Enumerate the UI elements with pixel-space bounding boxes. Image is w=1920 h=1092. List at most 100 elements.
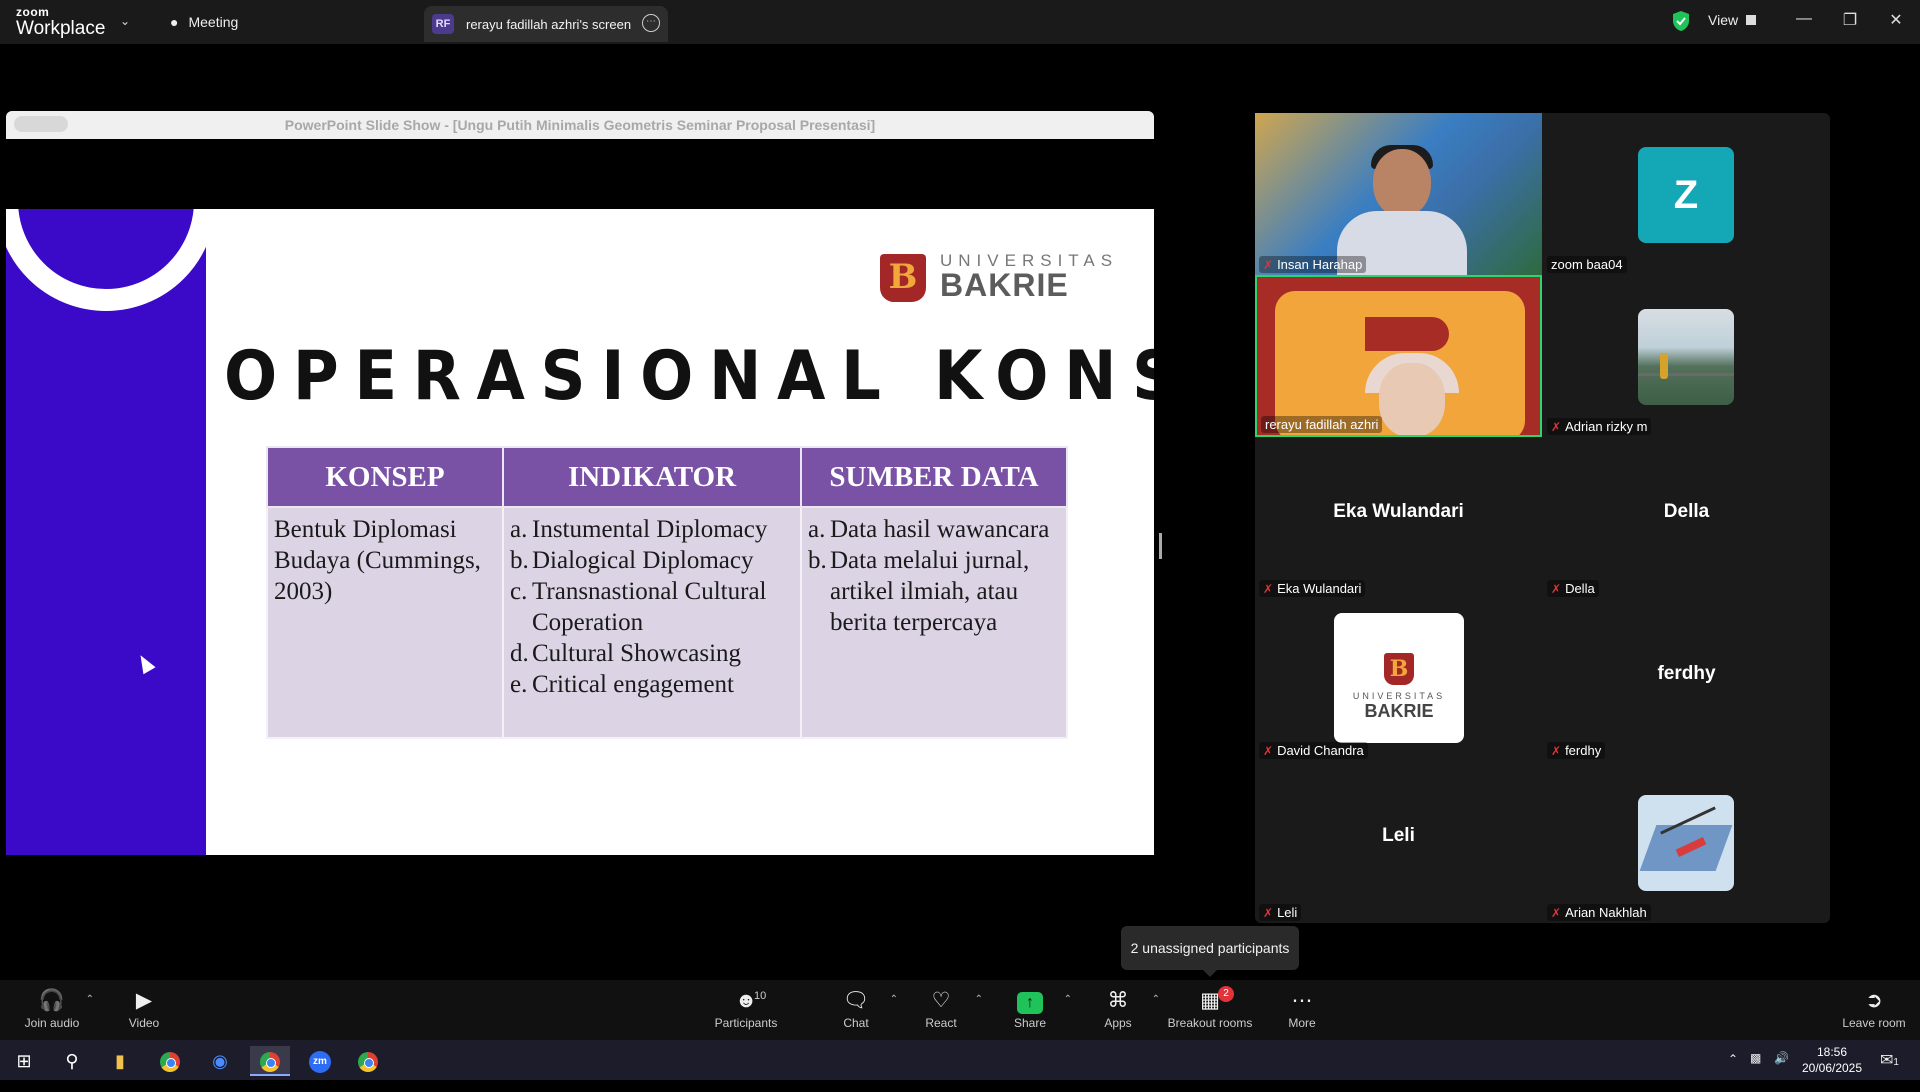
- participant-name: Adrian rizky m: [1565, 419, 1648, 434]
- clock-date: 20/06/2025: [1801, 1061, 1863, 1075]
- more-button[interactable]: ⋯ More: [1264, 988, 1340, 1030]
- join-audio-label: Join audio: [24, 1016, 80, 1030]
- list-item: b. Dialogical Diplomacy: [510, 545, 794, 576]
- list-marker: b.: [510, 547, 529, 574]
- list-text: Data hasil wawancara: [830, 516, 1050, 543]
- chevron-down-icon[interactable]: ⌄: [120, 14, 130, 28]
- list-marker: a.: [808, 516, 826, 543]
- network-icon[interactable]: ▩: [1750, 1051, 1761, 1091]
- participant-tile[interactable]: B UNIVERSITAS BAKRIE ✗ David Chandra: [1255, 599, 1542, 761]
- participants-label: Participants: [714, 1016, 778, 1030]
- mic-muted-icon: ✗: [1263, 743, 1274, 758]
- participant-video: [1257, 277, 1540, 435]
- file-explorer-icon[interactable]: ▮: [100, 1046, 140, 1076]
- share-label: Share: [1013, 1016, 1047, 1030]
- view-button[interactable]: View: [1708, 12, 1757, 28]
- list-marker: a.: [510, 516, 528, 543]
- windows-taskbar: ⊞ ⚲ ▮ ◉ zm ⌃ ▩ 🔊 18:56 20/06/2025 ✉1: [0, 1040, 1920, 1080]
- chevron-up-icon[interactable]: ⌃: [1064, 994, 1072, 1005]
- tab-meeting[interactable]: ● Meeting: [170, 8, 238, 36]
- breakout-rooms-button[interactable]: ▦ 2 Breakout rooms: [1162, 986, 1258, 1030]
- close-icon[interactable]: ✕: [1884, 10, 1908, 30]
- bakrie-shield-icon: B: [880, 253, 926, 302]
- resize-handle[interactable]: [1159, 533, 1162, 559]
- chevron-up-icon[interactable]: ⌃: [1152, 994, 1160, 1005]
- participant-tile[interactable]: Della ✗ Della: [1543, 437, 1830, 599]
- list-item: b. Data melalui jurnal, artikel ilmiah, a…: [808, 545, 1060, 638]
- chat-button[interactable]: 🗨 Chat ⌃: [818, 988, 898, 1030]
- react-button[interactable]: ♡ React ⌃: [903, 988, 983, 1030]
- meeting-icon: ●: [170, 14, 179, 30]
- zoom-workplace-logo[interactable]: zoom Workplace: [16, 6, 105, 38]
- participant-tile[interactable]: ✗ Arian Nakhlah: [1543, 761, 1830, 923]
- list-text: Cultural Showcasing: [532, 640, 742, 667]
- chevron-up-icon[interactable]: ⌃: [975, 994, 983, 1005]
- participant-tile[interactable]: ✗ Insan Harahap: [1255, 113, 1542, 275]
- share-button[interactable]: ↑ Share ⌃: [992, 988, 1072, 1030]
- browser-icon[interactable]: ◉: [200, 1046, 240, 1076]
- notification-icon[interactable]: ✉1: [1880, 1050, 1899, 1090]
- participant-namebar: ✗ Insan Harahap: [1259, 256, 1367, 273]
- chrome-icon[interactable]: [150, 1046, 190, 1076]
- participant-namebar: ✗ Della: [1547, 580, 1599, 597]
- chevron-up-icon[interactable]: ⌃: [890, 994, 898, 1005]
- system-clock[interactable]: 18:56 20/06/2025: [1796, 1044, 1868, 1076]
- concept-table: KONSEP INDIKATOR SUMBER DATA Bentuk Dipl…: [266, 446, 1068, 739]
- column-header: KONSEP: [266, 446, 504, 508]
- tab-meeting-label: Meeting: [188, 14, 239, 30]
- more-icon: ⋯: [1291, 989, 1313, 1012]
- apps-button[interactable]: ⌘ Apps ⌃: [1080, 988, 1160, 1030]
- video-button[interactable]: ▶ Video: [106, 988, 182, 1030]
- participant-namebar: ✗ Eka Wulandari: [1259, 580, 1366, 597]
- column-header: SUMBER DATA: [800, 446, 1068, 508]
- participants-icon: ☻: [734, 989, 758, 1012]
- bakrie-shield-icon: B: [1384, 653, 1414, 685]
- shared-window-titlebar: PowerPoint Slide Show - [Ungu Putih Mini…: [6, 111, 1154, 139]
- participant-namebar: ✗ ferdhy: [1547, 742, 1606, 759]
- chrome-active-icon[interactable]: [250, 1046, 290, 1076]
- participants-button[interactable]: ☻ 10 Participants: [708, 988, 784, 1030]
- participant-tile[interactable]: Leli ✗ Leli: [1255, 761, 1542, 923]
- join-audio-button[interactable]: 🎧 Join audio ⌃: [14, 988, 94, 1030]
- participant-tile[interactable]: Eka Wulandari ✗ Eka Wulandari: [1255, 437, 1542, 599]
- more-options-icon[interactable]: ⋯: [642, 14, 660, 32]
- chevron-up-icon[interactable]: ⌃: [86, 994, 94, 1005]
- sumber-list: a. Data hasil wawancara b. Data melalui jur…: [808, 514, 1060, 638]
- participant-tile[interactable]: ferdhy ✗ ferdhy: [1543, 599, 1830, 761]
- tab-shared-screen-label: rerayu fadillah azhri's screen: [466, 16, 632, 32]
- tab-shared-screen[interactable]: RF rerayu fadillah azhri's screen ⋯: [424, 6, 668, 42]
- grid-view-icon: [1746, 15, 1757, 25]
- participant-avatar-photo: [1638, 309, 1734, 405]
- slide-heading: OPERASIONAL KONSEP: [224, 337, 1154, 416]
- chrome-icon[interactable]: [348, 1046, 388, 1076]
- security-shield-icon[interactable]: [1672, 10, 1690, 32]
- logo-bottom-text: Workplace: [16, 18, 106, 39]
- chat-icon: 🗨: [842, 989, 870, 1012]
- react-label: React: [925, 1016, 957, 1030]
- konsep-text: Bentuk Diplomasi Budaya (Cummings, 2003): [274, 516, 481, 605]
- participant-name: Arian Nakhlah: [1565, 905, 1647, 920]
- participant-tile[interactable]: Z zoom baa04: [1543, 113, 1830, 275]
- restore-icon[interactable]: ❐: [1838, 10, 1862, 30]
- participant-avatar: Z: [1638, 147, 1734, 243]
- minimize-icon[interactable]: —: [1792, 10, 1816, 28]
- participant-tile[interactable]: ✗ Adrian rizky m: [1543, 275, 1830, 437]
- logo-top-text: zoom: [16, 5, 50, 19]
- presentation-slide: B UNIVERSITAS BAKRIE OPERASIONAL KONSEP …: [6, 209, 1154, 855]
- search-icon[interactable]: ⚲: [52, 1046, 92, 1076]
- participant-tile-active-speaker[interactable]: rerayu fadillah azhri: [1255, 275, 1542, 437]
- video-label: Video: [128, 1016, 160, 1030]
- participant-display-name: ferdhy: [1657, 663, 1716, 684]
- zoom-app-icon[interactable]: zm: [300, 1046, 340, 1076]
- start-icon[interactable]: ⊞: [4, 1046, 44, 1076]
- volume-icon[interactable]: 🔊: [1774, 1051, 1789, 1091]
- participant-display-name: Della: [1663, 501, 1710, 522]
- mic-muted-icon: ✗: [1551, 905, 1562, 920]
- participants-count: 10: [754, 990, 767, 1002]
- list-marker: c.: [510, 578, 528, 605]
- show-hidden-icons-icon[interactable]: ⌃: [1728, 1052, 1738, 1092]
- view-label: View: [1708, 12, 1739, 28]
- leave-room-button[interactable]: ➲ Leave room: [1834, 988, 1914, 1030]
- participant-name: Leli: [1277, 905, 1298, 920]
- participant-name: ferdhy: [1565, 743, 1602, 758]
